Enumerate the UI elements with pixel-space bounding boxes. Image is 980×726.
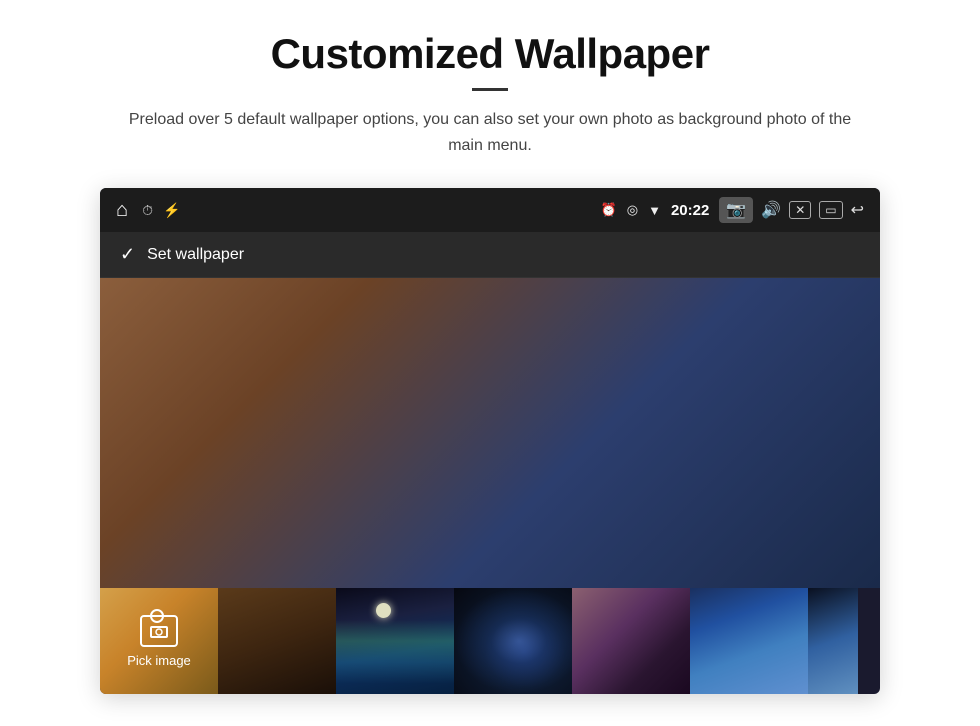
- pick-image-icon: [140, 615, 178, 647]
- wallpaper-preview: [100, 278, 880, 588]
- pick-image-label: Pick image: [127, 653, 191, 668]
- wallpaper-thumb-3[interactable]: [454, 588, 572, 694]
- camera-icon: 📷: [726, 200, 746, 220]
- page-subtitle: Preload over 5 default wallpaper options…: [110, 107, 870, 158]
- status-bar: ⌂ ⏱ ⚡ ⏰ ◎ ▼ 20:22 📷 🔊 ✕ ▭ ↩: [100, 188, 880, 232]
- wallpaper-thumb-1[interactable]: [218, 588, 336, 694]
- usb-icon: ⚡: [163, 202, 180, 219]
- wallpaper-thumb-5[interactable]: [690, 588, 808, 694]
- pick-image-thumb[interactable]: Pick image: [100, 588, 218, 694]
- aurora-overlay: [336, 588, 454, 694]
- page-title: Customized Wallpaper: [60, 30, 920, 78]
- set-wallpaper-label: Set wallpaper: [147, 246, 244, 264]
- status-time: 20:22: [671, 202, 709, 219]
- galaxy-overlay: [454, 588, 572, 694]
- status-bar-right: ⏰ ◎ ▼ 20:22 📷 🔊 ✕ ▭ ↩: [601, 197, 864, 223]
- confirm-checkmark[interactable]: ✓: [120, 244, 135, 265]
- status-action-icons: 📷 🔊 ✕ ▭ ↩: [719, 197, 864, 223]
- camera-button[interactable]: 📷: [719, 197, 753, 223]
- close-icon[interactable]: ✕: [789, 201, 811, 219]
- thumbnail-strip: Pick image: [100, 588, 880, 694]
- wifi-icon: ▼: [648, 203, 661, 218]
- alarm-icon: ⏰: [601, 202, 617, 218]
- window-icon[interactable]: ▭: [819, 201, 842, 219]
- action-bar: ✓ Set wallpaper: [100, 232, 880, 278]
- back-icon[interactable]: ↩: [851, 200, 864, 220]
- location-icon: ◎: [627, 202, 638, 218]
- status-bar-left: ⌂ ⏱ ⚡: [116, 199, 180, 222]
- volume-icon[interactable]: 🔊: [761, 200, 781, 220]
- wallpaper-thumb-2[interactable]: [336, 588, 454, 694]
- wallpaper-thumb-4[interactable]: [572, 588, 690, 694]
- home-icon[interactable]: ⌂: [116, 199, 128, 222]
- wallpaper-thumb-6[interactable]: [808, 588, 858, 694]
- status-icons-left: ⏱ ⚡: [142, 202, 180, 219]
- device-frame: ⌂ ⏱ ⚡ ⏰ ◎ ▼ 20:22 📷 🔊 ✕ ▭ ↩ ✓ Set wal: [100, 188, 880, 694]
- page-header: Customized Wallpaper Preload over 5 defa…: [0, 0, 980, 174]
- clock-icon: ⏱: [142, 202, 153, 219]
- title-divider: [472, 88, 508, 91]
